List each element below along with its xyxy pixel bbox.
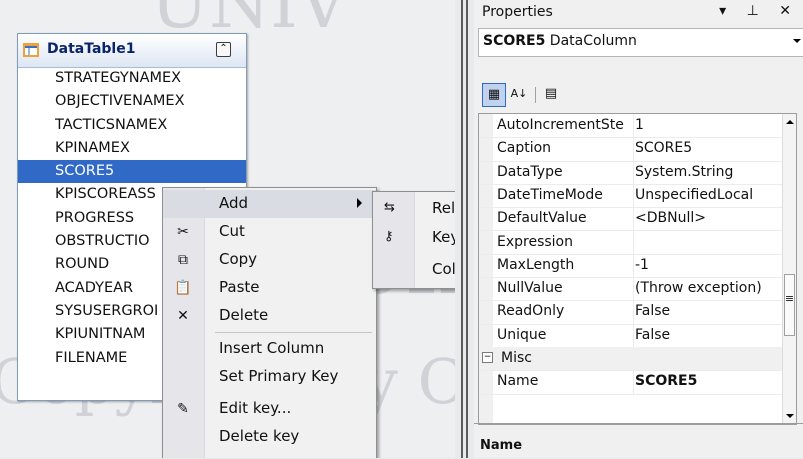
property-value[interactable]: <DBNull> [635, 207, 706, 230]
context-menu-item-set-primary-key[interactable]: Set Primary Key [163, 363, 376, 391]
categorized-icon[interactable]: ▦ [482, 83, 506, 107]
alphabetical-icon[interactable]: A↓ [508, 83, 530, 105]
datatable-title: DataTable1 [47, 41, 136, 57]
key-icon: ⚷ [384, 229, 394, 244]
property-value[interactable]: (Throw exception) [635, 277, 762, 300]
context-menu-item-copy[interactable]: ⧉ Copy [163, 246, 376, 274]
properties-titlebar: Properties ▾ ⊥ ✕ [474, 0, 803, 26]
property-value[interactable]: False [635, 300, 670, 323]
property-row[interactable]: AutoIncrementSte 1 [479, 114, 796, 139]
paste-icon: 📋 [174, 280, 192, 296]
properties-toolbar: ▦ A↓ ▤ [474, 79, 803, 113]
datatable-header[interactable]: DataTable1 ⌃ [18, 34, 246, 68]
panel-splitter[interactable] [455, 0, 474, 458]
column-row[interactable]: KPINAMEX [18, 137, 246, 160]
column-row[interactable]: TACTICSNAMEX [18, 114, 246, 137]
menu-item-label: Edit key... [219, 399, 292, 417]
column-row[interactable]: SCORE5 [18, 160, 246, 184]
submenu-arrow-icon [357, 198, 362, 208]
menu-item-label: Insert Column [219, 339, 325, 357]
property-value[interactable]: -1 [635, 254, 649, 277]
property-value[interactable]: SCORE5 [635, 137, 692, 160]
collapse-chevron-icon[interactable]: ⌃ [216, 42, 231, 57]
property-name: DefaultValue [494, 207, 634, 231]
context-menu-item-delete-key[interactable]: Delete key [163, 423, 376, 451]
property-name: Unique [494, 323, 634, 347]
property-grid: AutoIncrementSte 1 Caption SCORE5 DataType Sy… [478, 113, 797, 425]
property-row[interactable]: Unique False [479, 323, 796, 348]
window-buttons[interactable]: ▾ ⊥ ✕ [719, 3, 799, 19]
property-name: Expression [494, 230, 634, 254]
property-row[interactable]: Name SCORE5 [479, 370, 796, 395]
property-name: Misc [501, 350, 532, 366]
menu-item-label: Set Primary Key [219, 367, 339, 385]
toolbar-separator [535, 87, 536, 103]
scroll-thumb[interactable] [784, 274, 795, 336]
property-name: ReadOnly [494, 300, 634, 324]
menu-item-label: Delete key [219, 427, 300, 445]
property-row[interactable]: DefaultValue <DBNull> [479, 207, 796, 232]
description-title: Name [480, 438, 523, 453]
property-category[interactable]: − Misc [479, 347, 796, 372]
property-value[interactable]: SCORE5 [635, 370, 697, 393]
context-menu-item-paste[interactable]: 📋 Paste [163, 274, 376, 302]
properties-title: Properties [482, 4, 553, 20]
scissors-icon: ✂ [177, 224, 189, 240]
menu-item-label: Cut [219, 222, 245, 240]
context-menu-item-delete[interactable]: ✕ Delete [163, 302, 376, 330]
properties-window: Properties ▾ ⊥ ✕ SCORE5 DataColumn ▦ A↓ … [474, 0, 803, 458]
menu-separator [215, 332, 372, 333]
object-selector[interactable]: SCORE5 DataColumn [478, 28, 803, 57]
menu-item-label: Delete [219, 306, 269, 324]
property-name: AutoIncrementSte [494, 114, 634, 138]
object-selector-text: SCORE5 DataColumn [483, 33, 637, 49]
property-row[interactable]: DataType System.String [479, 160, 796, 185]
context-menu-item-edit-key[interactable]: ✎ Edit key... [163, 395, 376, 423]
context-menu-item-cut[interactable]: ✂ Cut [163, 218, 376, 246]
splitter-line [466, 0, 468, 458]
grid-scrollbar[interactable]: ≡ [782, 114, 796, 424]
scroll-up-icon[interactable] [786, 120, 794, 124]
property-row[interactable]: Caption SCORE5 [479, 137, 796, 162]
property-name: Name [494, 370, 634, 394]
property-value[interactable]: 1 [635, 114, 644, 137]
property-row[interactable]: Expression [479, 230, 796, 255]
menu-item-label: Copy [219, 250, 258, 268]
property-name: DataType [494, 160, 634, 184]
property-row[interactable]: NullValue (Throw exception) [479, 277, 796, 302]
scroll-down-icon[interactable] [786, 414, 794, 418]
property-value[interactable]: False [635, 324, 670, 347]
property-name: Caption [494, 137, 634, 161]
property-value[interactable]: System.String [635, 161, 733, 184]
column-row[interactable]: STRATEGYNAMEX [18, 67, 246, 90]
property-name: NullValue [494, 277, 634, 301]
property-row[interactable]: ReadOnly False [479, 300, 796, 325]
grip-icon: ≡ [784, 292, 795, 305]
property-pages-icon[interactable]: ▤ [540, 83, 562, 105]
chevron-down-icon[interactable] [793, 39, 801, 43]
context-menu: Add ✂ Cut ⧉ Copy 📋 Paste ✕ Delete Insert Column Se… [162, 187, 377, 458]
description-pane: Name [474, 423, 803, 459]
splitter-line [461, 0, 463, 458]
property-row[interactable]: MaxLength -1 [479, 253, 796, 279]
relation-icon: ⇆ [384, 200, 395, 215]
context-menu-item-insert-column[interactable]: Insert Column [163, 335, 376, 363]
property-name: DateTimeMode [494, 183, 634, 208]
column-row[interactable]: OBJECTIVENAMEX [18, 90, 246, 113]
edit-key-icon: ✎ [177, 401, 189, 417]
property-name: MaxLength [494, 253, 634, 278]
delete-icon: ✕ [177, 308, 189, 324]
menu-item-label: Add [219, 194, 249, 212]
property-row[interactable]: DateTimeMode UnspecifiedLocal [479, 183, 796, 209]
property-value[interactable]: UnspecifiedLocal [635, 184, 753, 207]
menu-item-label: Paste [219, 278, 260, 296]
context-menu-item-add[interactable]: Add [163, 190, 376, 218]
copy-icon: ⧉ [178, 252, 188, 268]
datatable-icon [23, 43, 39, 57]
